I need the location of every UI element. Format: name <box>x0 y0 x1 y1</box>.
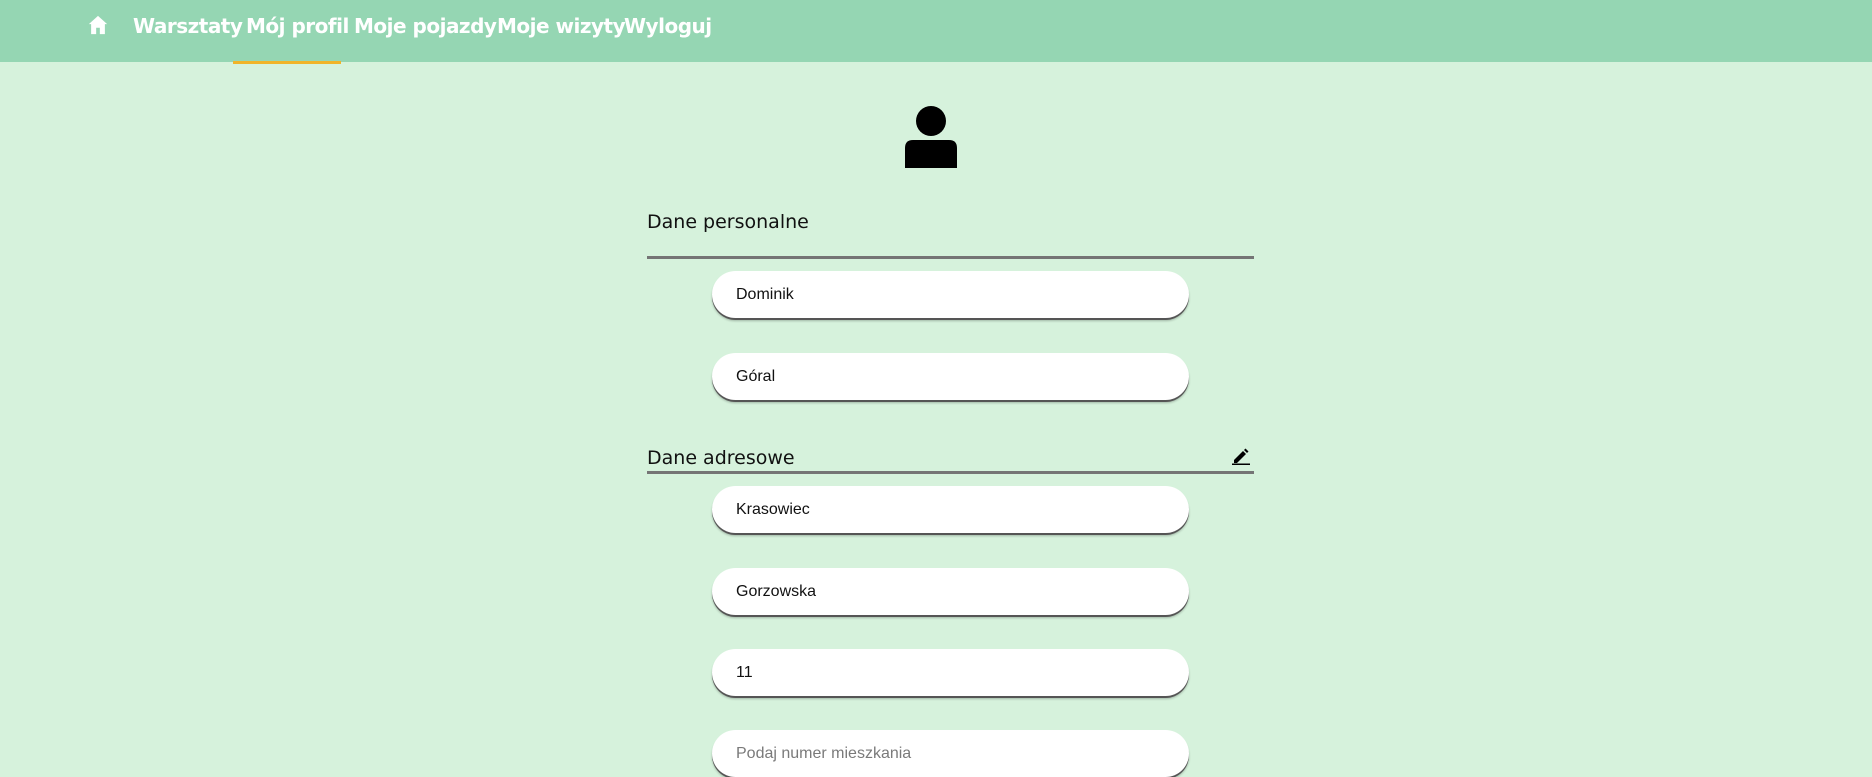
nav-item-wyloguj[interactable]: Wyloguj <box>624 0 712 52</box>
pencil-icon[interactable] <box>1232 447 1250 465</box>
house-number-field[interactable] <box>712 649 1189 696</box>
address-data-heading: Dane adresowe <box>647 447 795 469</box>
home-icon[interactable] <box>87 14 109 36</box>
personal-data-divider <box>647 256 1254 259</box>
personal-data-heading: Dane personalne <box>647 211 809 233</box>
nav-item-moje-wizyty[interactable]: Moje wizyty <box>497 0 626 52</box>
top-navbar: Warsztaty Mój profil Moje pojazdy Moje w… <box>0 0 1872 62</box>
city-field[interactable] <box>712 486 1189 533</box>
user-icon <box>905 106 957 168</box>
street-field[interactable] <box>712 568 1189 615</box>
nav-item-moj-profil[interactable]: Mój profil <box>246 0 349 52</box>
address-data-divider <box>647 471 1254 474</box>
last-name-field[interactable] <box>712 353 1189 400</box>
nav-active-indicator <box>233 61 341 64</box>
first-name-field[interactable] <box>712 271 1189 318</box>
apartment-number-field[interactable] <box>712 730 1189 777</box>
nav-item-warsztaty[interactable]: Warsztaty <box>133 0 243 52</box>
nav-item-moje-pojazdy[interactable]: Moje pojazdy <box>354 0 497 52</box>
